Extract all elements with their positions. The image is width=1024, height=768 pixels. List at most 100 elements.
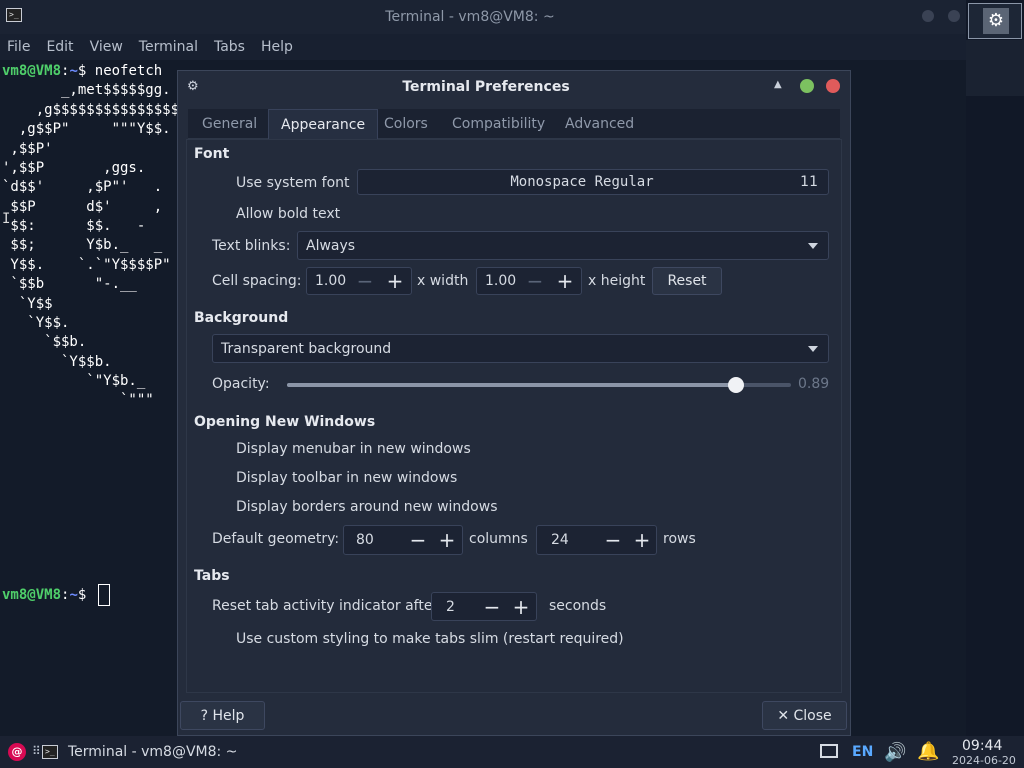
background-mode-value: Transparent background: [221, 341, 392, 357]
workspace-button[interactable]: ⚙: [968, 3, 1022, 39]
ascii-line: `""": [2, 392, 154, 408]
prompt-line: vm8@VM8:~$: [2, 587, 87, 603]
menu-view[interactable]: View: [90, 39, 123, 55]
cell-spacing-label: Cell spacing:: [212, 273, 302, 289]
minus-icon[interactable]: −: [478, 593, 506, 620]
clock-date[interactable]: 2024-06-20: [952, 754, 1016, 767]
ascii-line: Y$$. `.`"Y$$$$P": [2, 257, 171, 273]
ascii-line: `Y$$b.: [2, 354, 112, 370]
cell-height-spinner[interactable]: 1.00 − +: [476, 267, 582, 295]
ascii-line: $$P d$' ,: [2, 199, 163, 215]
chevron-down-icon: [808, 346, 818, 352]
close-dialog-button[interactable]: [826, 79, 840, 93]
network-icon[interactable]: [820, 744, 838, 758]
columns-value: 80: [356, 532, 374, 548]
reset-tab-activity-value: 2: [446, 598, 455, 615]
font-name: Monospace Regular: [510, 174, 654, 190]
text-blinks-dropdown[interactable]: Always: [297, 231, 829, 260]
help-button[interactable]: ? Help: [180, 701, 265, 730]
ascii-line: ',$$P ,ggs.: [2, 160, 146, 176]
minus-icon[interactable]: −: [351, 268, 379, 294]
tab-general[interactable]: General: [190, 109, 269, 139]
maximize-button[interactable]: [800, 79, 814, 93]
ascii-line: ,g$$$$$$$$$$$$$$$: [2, 102, 180, 118]
cell-height-value: 1.00: [485, 273, 517, 289]
terminal-titlebar[interactable]: >_ Terminal - vm8@VM8: ~: [0, 0, 966, 34]
debian-menu-icon[interactable]: @: [8, 743, 26, 761]
close-button[interactable]: ✕ Close: [762, 701, 847, 730]
reset-tab-activity-spinner[interactable]: 2 − +: [431, 592, 537, 621]
display-toolbar-checkbox[interactable]: Display toolbar in new windows: [236, 470, 457, 486]
ascii-line: `"Y$b._: [2, 373, 146, 389]
tab-bar: General Appearance Colors Compatibility …: [188, 109, 840, 139]
preferences-dialog: ⚙ Terminal Preferences ▲ General Appeara…: [177, 70, 851, 736]
allow-bold-checkbox[interactable]: Allow bold text: [236, 206, 340, 222]
tab-colors[interactable]: Colors: [372, 109, 440, 139]
drag-handle-icon[interactable]: ⠿: [32, 744, 41, 758]
text-blinks-label: Text blinks:: [212, 238, 291, 254]
menu-file[interactable]: File: [7, 39, 30, 55]
columns-spinner[interactable]: 80 − +: [343, 525, 463, 555]
terminal-task-button[interactable]: Terminal - vm8@VM8: ~: [68, 744, 237, 760]
menu-tabs[interactable]: Tabs: [214, 39, 245, 55]
minus-icon[interactable]: −: [599, 526, 627, 554]
volume-icon[interactable]: 🔊: [884, 742, 906, 763]
tabs-section-title: Tabs: [194, 568, 230, 584]
tab-appearance[interactable]: Appearance: [268, 109, 379, 139]
minus-icon[interactable]: −: [521, 268, 549, 294]
plus-icon[interactable]: +: [381, 268, 409, 294]
columns-unit-label: columns: [469, 531, 528, 547]
workspace-preview[interactable]: [966, 40, 1024, 96]
text-blinks-value: Always: [306, 238, 356, 254]
ascii-line: `$$b "-.__: [2, 276, 137, 292]
dialog-titlebar[interactable]: ⚙ Terminal Preferences ▲: [178, 71, 850, 103]
taskbar: @ ⠿ >_ Terminal - vm8@VM8: ~ EN 🔊 🔔 09:4…: [0, 736, 1024, 768]
notification-bell-icon[interactable]: 🔔: [917, 741, 939, 762]
plus-icon[interactable]: +: [507, 593, 535, 620]
default-geometry-label: Default geometry:: [212, 531, 340, 547]
shade-up-icon[interactable]: ▲: [774, 79, 782, 90]
tab-compatibility[interactable]: Compatibility: [440, 109, 557, 139]
menu-terminal[interactable]: Terminal: [139, 39, 198, 55]
close-window-button[interactable]: [948, 10, 960, 22]
ascii-line: ,$$P': [2, 141, 53, 157]
clock-time[interactable]: 09:44: [962, 738, 1002, 754]
font-chooser-button[interactable]: Monospace Regular 11: [357, 169, 829, 195]
menu-edit[interactable]: Edit: [46, 39, 73, 55]
plus-icon[interactable]: +: [433, 526, 461, 554]
reset-tab-activity-label: Reset tab activity indicator after: [212, 598, 439, 614]
ascii-line: _,met$$$$$gg.: [2, 82, 171, 98]
menu-help[interactable]: Help: [261, 39, 293, 55]
minimize-button[interactable]: [922, 10, 934, 22]
opacity-slider-handle[interactable]: [727, 377, 744, 393]
terminal-cursor: [98, 584, 110, 606]
plus-icon[interactable]: +: [628, 526, 656, 554]
new-windows-section-title: Opening New Windows: [194, 414, 376, 430]
ascii-line: $$: $$. -: [2, 218, 146, 234]
text-cursor-icon: I: [2, 211, 11, 227]
ascii-line: `$$b.: [2, 334, 87, 350]
keyboard-layout-indicator[interactable]: EN: [852, 744, 873, 760]
ascii-line: $$; Y$b._ _: [2, 237, 163, 253]
use-system-font-checkbox[interactable]: Use system font: [236, 175, 350, 191]
rows-spinner[interactable]: 24 − +: [536, 525, 657, 555]
terminal-task-icon: >_: [42, 745, 58, 759]
command-text: neofetch: [94, 63, 163, 79]
terminal-menubar: File Edit View Terminal Tabs Help: [0, 34, 966, 60]
height-unit-label: x height: [588, 273, 646, 289]
plus-icon[interactable]: +: [551, 268, 579, 294]
background-mode-dropdown[interactable]: Transparent background: [212, 334, 829, 363]
ascii-line: `Y$$.: [2, 315, 70, 331]
rows-value: 24: [551, 532, 569, 548]
font-section-title: Font: [194, 146, 230, 162]
display-menubar-checkbox[interactable]: Display menubar in new windows: [236, 441, 471, 457]
display-borders-checkbox[interactable]: Display borders around new windows: [236, 499, 498, 515]
opacity-value: 0.89: [798, 376, 830, 392]
minus-icon[interactable]: −: [404, 526, 432, 554]
slim-tabs-checkbox[interactable]: Use custom styling to make tabs slim (re…: [236, 631, 624, 647]
appearance-panel: Font Use system font Monospace Regular 1…: [186, 139, 842, 693]
background-section-title: Background: [194, 310, 289, 326]
cell-width-spinner[interactable]: 1.00 − +: [306, 267, 412, 295]
tab-advanced[interactable]: Advanced: [553, 109, 646, 139]
reset-spacing-button[interactable]: Reset: [652, 267, 722, 295]
